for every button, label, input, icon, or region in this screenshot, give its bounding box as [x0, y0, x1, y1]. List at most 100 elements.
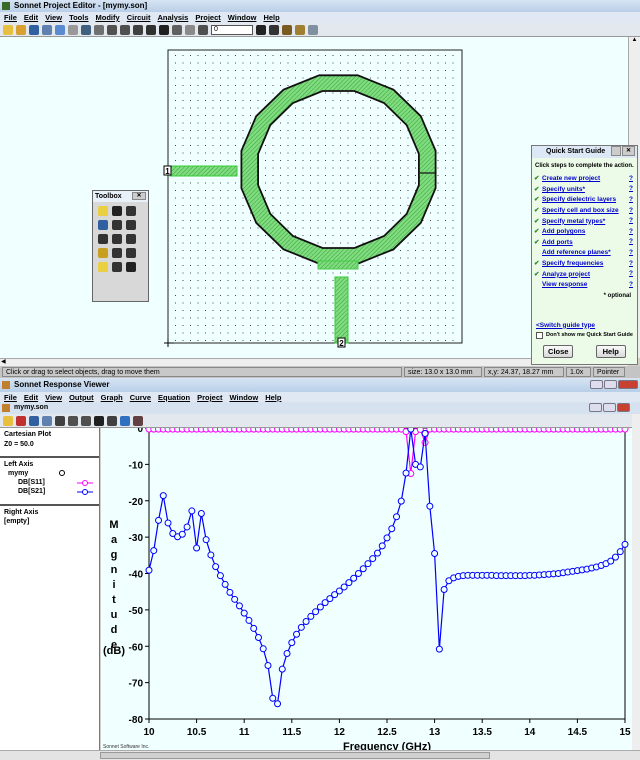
menu-project[interactable]: Project [197, 393, 222, 402]
step-help-link[interactable]: ? [629, 196, 633, 203]
step-help-link[interactable]: ? [629, 207, 633, 214]
menu-help[interactable]: Help [263, 13, 279, 23]
draw-round-icon[interactable] [112, 234, 122, 244]
quick-start-step[interactable]: ✔ Specify cell and box size? [532, 205, 637, 216]
toolbox-title-bar[interactable]: Toolbox ✕ [93, 191, 148, 202]
component-icon[interactable] [126, 262, 136, 272]
menu-output[interactable]: Output [69, 393, 94, 402]
menu-modify[interactable]: Modify [96, 13, 120, 23]
quick-start-step[interactable]: ✔ Add polygons? [532, 226, 637, 237]
step-help-link[interactable]: ? [629, 238, 633, 245]
viewer-vertical-scrollbar[interactable] [632, 414, 640, 750]
layer-icon[interactable] [185, 24, 195, 35]
menu-file[interactable]: File [4, 13, 17, 23]
split-icon[interactable] [256, 24, 266, 35]
toolbox-close-icon[interactable]: ✕ [132, 192, 146, 200]
step-help-link[interactable]: ? [629, 260, 633, 267]
step-link[interactable]: Specify units* [542, 186, 585, 193]
level-icon[interactable] [198, 24, 208, 35]
print-icon[interactable] [308, 24, 318, 35]
quick-start-step[interactable]: ✔ Create new project? [532, 173, 637, 184]
menu-curve[interactable]: Curve [130, 393, 151, 402]
ruler-icon[interactable] [282, 24, 292, 35]
save-icon[interactable] [29, 415, 39, 426]
open-icon[interactable] [16, 24, 26, 35]
doc-minimize-button[interactable] [589, 403, 602, 412]
eraser-icon[interactable] [172, 24, 182, 35]
quick-start-step[interactable]: ✔ Specify frequencies? [532, 258, 637, 269]
eraser-icon[interactable] [107, 415, 117, 426]
menu-window[interactable]: Window [230, 393, 259, 402]
switch-guide-link[interactable]: <Switch guide type [536, 322, 595, 329]
step-link[interactable]: Specify metal types* [542, 218, 605, 225]
menu-window[interactable]: Window [228, 13, 257, 23]
quick-start-step[interactable]: ✔ Add ports? [532, 237, 637, 248]
quick-start-step[interactable]: ✔ Specify units*? [532, 184, 637, 195]
center-icon[interactable] [159, 24, 169, 35]
pan-icon[interactable] [146, 24, 156, 35]
export-icon[interactable] [120, 415, 130, 426]
save-icon[interactable] [29, 24, 39, 35]
step-link[interactable]: Add ports [542, 239, 573, 246]
ring-resonator[interactable] [240, 74, 437, 265]
analyze-icon[interactable] [133, 415, 143, 426]
reshape-icon[interactable] [112, 206, 122, 216]
rotate-icon[interactable] [81, 24, 91, 35]
viewer-horizontal-scrollbar[interactable] [0, 750, 640, 760]
quick-start-close-icon[interactable]: ✕ [622, 146, 635, 156]
close-window-button[interactable] [618, 380, 638, 389]
step-link[interactable]: Add polygons [542, 228, 585, 235]
new-icon[interactable] [3, 24, 13, 35]
feed-line-1[interactable] [169, 165, 238, 177]
step-link[interactable]: Specify dielectric layers [542, 196, 616, 203]
menu-file[interactable]: File [4, 393, 17, 402]
add-text-icon[interactable] [126, 234, 136, 244]
zoom-in-icon[interactable] [68, 415, 78, 426]
copy-icon[interactable] [55, 24, 65, 35]
feed-line-2[interactable] [334, 276, 349, 344]
copy-icon[interactable] [42, 415, 52, 426]
print-preview-icon[interactable] [16, 415, 26, 426]
edge-icon[interactable] [126, 206, 136, 216]
help-button[interactable]: Help [595, 344, 626, 358]
close-button[interactable]: Close [543, 344, 574, 358]
via-icon[interactable] [98, 220, 108, 230]
step-link[interactable]: Add reference planes* [542, 249, 611, 256]
plot-area[interactable]: 0 -10 -20 -30 -40 -50 -60 -70 -80 10 10.5 11 11.5 12 1… [101, 428, 632, 750]
menu-tools[interactable]: Tools [69, 13, 88, 23]
menu-help[interactable]: Help [265, 393, 281, 402]
curve-item-s11[interactable]: DB[S11] [4, 477, 95, 487]
port-icon[interactable] [98, 262, 108, 272]
step-link[interactable]: View response [542, 281, 587, 288]
maximize-button[interactable] [604, 380, 617, 389]
box-icon[interactable] [94, 24, 104, 35]
minimize-button[interactable] [590, 380, 603, 389]
menu-edit[interactable]: Edit [24, 13, 38, 23]
zoom-in-icon[interactable] [107, 24, 117, 35]
menu-graph[interactable]: Graph [101, 393, 123, 402]
dim-icon[interactable] [112, 262, 122, 272]
menu-view[interactable]: View [45, 393, 62, 402]
quick-start-step[interactable]: View response? [532, 279, 637, 290]
pin-icon[interactable] [611, 146, 621, 156]
menu-equation[interactable]: Equation [158, 393, 190, 402]
quick-start-step[interactable]: ✔ Specify dielectric layers? [532, 194, 637, 205]
scroll-thumb[interactable] [100, 752, 490, 759]
zoom-out-icon[interactable] [81, 415, 91, 426]
menu-view[interactable]: View [45, 13, 62, 23]
step-help-link[interactable]: ? [629, 217, 633, 224]
menu-project[interactable]: Project [195, 13, 220, 23]
ring-bottom-stub[interactable] [317, 260, 359, 270]
curve-group-mymy[interactable]: mymy [4, 468, 95, 477]
box-icon[interactable] [55, 415, 65, 426]
step-help-link[interactable]: ? [629, 249, 633, 256]
response-chart[interactable]: 0 -10 -20 -30 -40 -50 -60 -70 -8010 10.5 11 11.5 12 1… [101, 428, 632, 750]
dielectric-brick-icon[interactable] [112, 220, 122, 230]
menu-edit[interactable]: Edit [24, 393, 38, 402]
open-icon[interactable] [3, 415, 13, 426]
scroll-up-icon[interactable]: ▲ [629, 37, 640, 43]
step-link[interactable]: Specify frequencies [542, 260, 603, 267]
menu-analysis[interactable]: Analysis [157, 13, 188, 23]
doc-close-button[interactable] [617, 403, 630, 412]
step-help-link[interactable]: ? [629, 281, 633, 288]
